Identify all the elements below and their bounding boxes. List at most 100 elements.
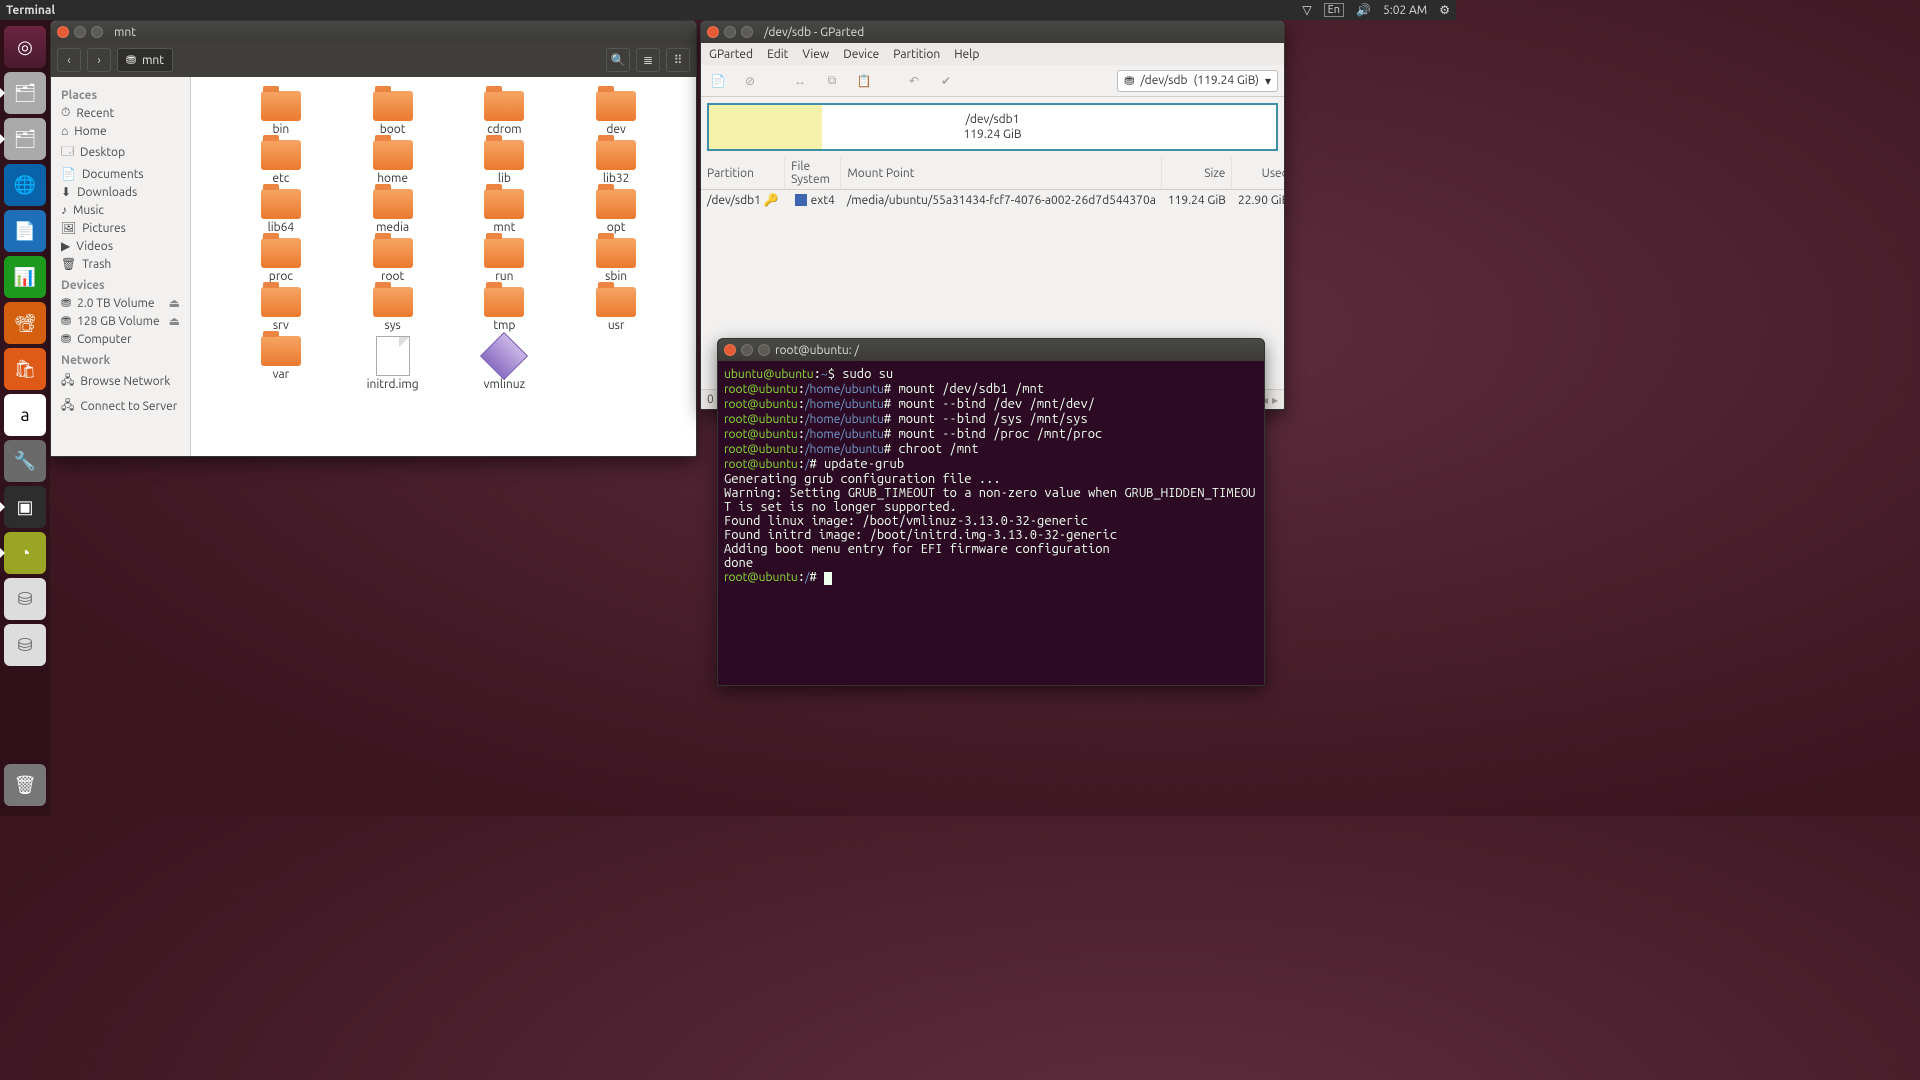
copy-icon[interactable]: ⧉ [821,70,843,92]
col-header[interactable]: Size [1162,157,1232,190]
maximize-icon[interactable] [91,26,103,38]
launcher-disk-1[interactable]: ⛁ [4,578,46,620]
network-icon[interactable]: ▽ [1302,3,1311,17]
file-item[interactable]: mnt [449,189,561,234]
session-icon[interactable]: ⚙ [1439,3,1450,17]
close-icon[interactable] [707,26,719,38]
menu-device[interactable]: Device [843,48,879,61]
launcher-writer[interactable]: 📄 [4,210,46,252]
file-item[interactable]: cdrom [449,91,561,136]
launcher-gparted[interactable]: ◔ [4,532,46,574]
resize-icon[interactable]: ↔ [789,70,811,92]
file-item[interactable]: dev [560,91,672,136]
files-titlebar[interactable]: mnt [51,21,696,43]
file-item[interactable]: home [337,140,449,185]
file-item[interactable]: run [449,238,561,283]
view-grid-button[interactable]: ⠿ [666,48,690,72]
file-item[interactable]: srv [225,287,337,332]
file-item[interactable]: vmlinuz [449,336,561,391]
path-bar[interactable]: ⛃ mnt [117,48,173,72]
sidebar-network-item[interactable]: 🖧Connect to Server [55,394,186,419]
col-header[interactable]: Mount Point [841,157,1162,190]
launcher-software-center[interactable]: 🛍 [4,348,46,390]
sidebar-item-home[interactable]: ⌂Home [55,122,186,140]
file-item[interactable]: opt [560,189,672,234]
sidebar-device[interactable]: ⛃128 GB Volume⏏ [55,312,186,330]
file-item[interactable]: root [337,238,449,283]
eject-icon[interactable]: ⏏ [169,314,180,328]
file-item[interactable]: sys [337,287,449,332]
file-item[interactable]: boot [337,91,449,136]
new-partition-icon[interactable]: 📄 [707,70,729,92]
device-selector[interactable]: ⛃ /dev/sdb (119.24 GiB) ▾ [1117,70,1278,92]
launcher-trash[interactable]: 🗑 [4,764,46,806]
file-item[interactable]: usr [560,287,672,332]
sidebar-item-downloads[interactable]: ⬇Downloads [55,183,186,201]
col-header[interactable]: Partition [701,157,785,190]
sidebar-network-item[interactable]: 🖧Browse Network [55,369,186,394]
forward-button[interactable]: › [87,48,111,72]
search-button[interactable]: 🔍 [606,48,630,72]
launcher-files-2[interactable]: 🗂 [4,118,46,160]
file-item[interactable]: var [225,336,337,391]
maximize-icon[interactable] [741,26,753,38]
menu-edit[interactable]: Edit [767,48,788,61]
delete-icon[interactable]: ⊘ [739,70,761,92]
file-item[interactable]: tmp [449,287,561,332]
minimize-icon[interactable] [741,344,753,356]
launcher-firefox[interactable]: 🌐 [4,164,46,206]
partition-graph[interactable]: /dev/sdb1 119.24 GiB [707,103,1278,151]
close-icon[interactable] [57,26,69,38]
menu-gparted[interactable]: GParted [709,48,753,61]
menu-view[interactable]: View [802,48,829,61]
file-item[interactable]: lib [449,140,561,185]
sidebar-item-recent[interactable]: ⏱Recent [55,104,186,122]
table-row[interactable]: /dev/sdb1 🔑ext4/media/ubuntu/55a31434-fc… [701,190,1285,211]
file-item[interactable]: lib32 [560,140,672,185]
apply-icon[interactable]: ✔ [935,70,957,92]
minimize-icon[interactable] [724,26,736,38]
sidebar-device[interactable]: ⛃2.0 TB Volume⏏ [55,294,186,312]
gparted-titlebar[interactable]: /dev/sdb - GParted [701,21,1284,43]
sound-icon[interactable]: 🔊 [1356,3,1371,17]
file-item[interactable]: etc [225,140,337,185]
launcher-impress[interactable]: 📽 [4,302,46,344]
sidebar-item-trash[interactable]: 🗑Trash [55,255,186,273]
launcher-settings[interactable]: 🔧 [4,440,46,482]
eject-icon[interactable]: ⏏ [169,296,180,310]
sidebar-item-pictures[interactable]: 🖼Pictures [55,219,186,237]
launcher-files[interactable]: 🗂 [4,72,46,114]
keyboard-indicator[interactable]: En [1324,3,1344,17]
close-icon[interactable] [724,344,736,356]
minimize-icon[interactable] [74,26,86,38]
launcher-amazon[interactable]: a [4,394,46,436]
launcher-disk-2[interactable]: ⛁ [4,624,46,666]
file-item[interactable]: lib64 [225,189,337,234]
terminal-titlebar[interactable]: root@ubuntu: / [718,339,1264,361]
view-list-button[interactable]: ≣ [636,48,660,72]
undo-icon[interactable]: ↶ [903,70,925,92]
col-header[interactable]: Used [1232,157,1285,190]
file-item[interactable]: media [337,189,449,234]
clock[interactable]: 5:02 AM [1383,4,1427,17]
sidebar-item-music[interactable]: ♪Music [55,201,186,219]
hscroll-right-icon[interactable]: ▸ [1272,393,1278,407]
menu-help[interactable]: Help [954,48,979,61]
file-item[interactable]: bin [225,91,337,136]
launcher-calc[interactable]: 📊 [4,256,46,298]
file-item[interactable]: initrd.img [337,336,449,391]
maximize-icon[interactable] [758,344,770,356]
col-header[interactable]: File System [785,157,841,190]
back-button[interactable]: ‹ [57,48,81,72]
sidebar-item-desktop[interactable]: 🗔Desktop [55,140,186,165]
icon-view[interactable]: binbootcdromdev etchomeliblib32 lib64media… [191,77,696,456]
file-item[interactable]: sbin [560,238,672,283]
file-item[interactable]: proc [225,238,337,283]
sidebar-item-videos[interactable]: ▶Videos [55,237,186,255]
paste-icon[interactable]: 📋 [853,70,875,92]
launcher-terminal[interactable]: ▣ [4,486,46,528]
dash-icon[interactable]: ◎ [4,26,46,68]
terminal-body[interactable]: ubuntu@ubuntu:~$ sudo su root@ubuntu:/ho… [718,361,1264,591]
menu-partition[interactable]: Partition [893,48,940,61]
sidebar-item-documents[interactable]: 📄Documents [55,165,186,183]
